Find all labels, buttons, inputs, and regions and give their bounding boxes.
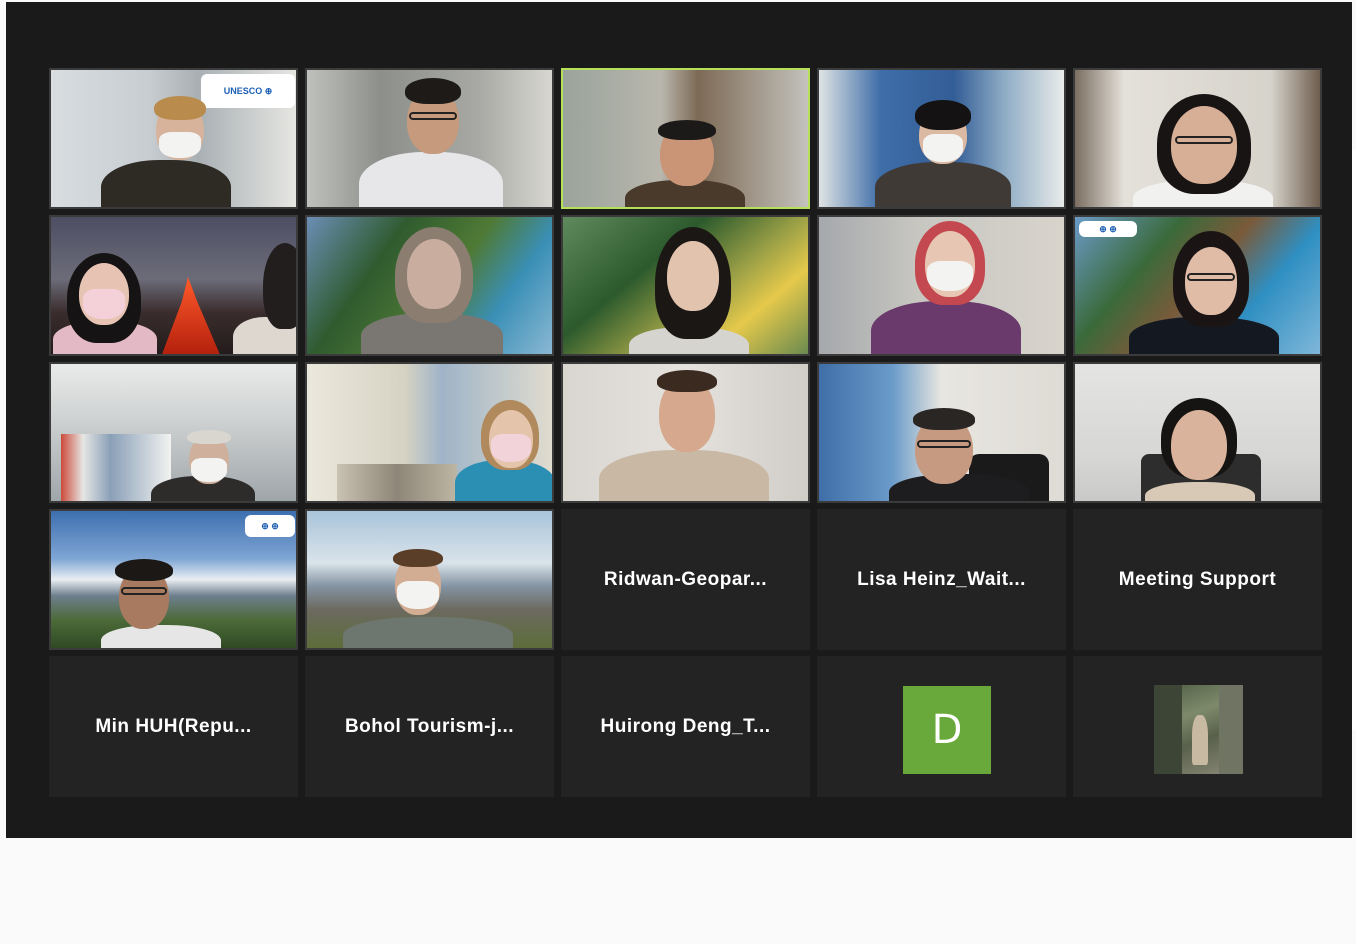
participant-hair	[187, 430, 231, 444]
participant-body	[599, 450, 769, 501]
profile-photo-icon	[1154, 685, 1243, 774]
face-mask	[923, 134, 963, 162]
video-tile[interactable]	[1073, 68, 1322, 209]
participant-name: Meeting Support	[1118, 568, 1277, 590]
video-tile[interactable]: ⊕ ⊕	[49, 509, 298, 650]
participant-tile[interactable]: Bohol Tourism-j...	[305, 656, 554, 797]
face-mask	[159, 132, 201, 158]
participant-tile[interactable]	[1073, 656, 1322, 797]
photo-rock	[1154, 685, 1182, 774]
participant-body	[359, 152, 503, 207]
video-tile[interactable]	[305, 509, 554, 650]
participant-tile[interactable]: Min HUH(Repu...	[49, 656, 298, 797]
face-mask	[397, 581, 439, 609]
participant-name: Bohol Tourism-j...	[344, 715, 515, 737]
participant-hair	[658, 120, 716, 140]
video-tile[interactable]	[817, 68, 1066, 209]
participant-hair	[405, 78, 461, 104]
photo-rock	[1219, 685, 1243, 774]
video-tile[interactable]	[817, 215, 1066, 356]
face-mask	[83, 289, 125, 319]
side-panel-edge	[1352, 150, 1356, 730]
participant-body	[343, 617, 513, 648]
initial-avatar: D	[903, 686, 991, 774]
participant-head	[667, 241, 719, 311]
bookshelf	[337, 464, 457, 501]
face-mask	[191, 458, 227, 482]
unesco-logo: UNESCO ⊕	[201, 74, 295, 108]
participant-name: Min HUH(Repu...	[95, 715, 252, 737]
participant-name: Ridwan-Geopar...	[603, 568, 768, 590]
glasses	[121, 587, 167, 595]
participant-body	[871, 301, 1021, 354]
participant-tile[interactable]: Huirong Deng_T...	[561, 656, 810, 797]
participant-hair	[913, 408, 975, 430]
gallery-view: UNESCO ⊕ ⊕ ⊕ ⊕ ⊕ Ridwan-Geopar... Lisa H…	[49, 68, 1322, 944]
geopark-logo: ⊕ ⊕	[1079, 221, 1137, 237]
geopark-logo: ⊕ ⊕	[245, 515, 295, 537]
glasses	[1187, 273, 1235, 281]
participant-head	[407, 239, 461, 309]
participant-head	[1171, 410, 1227, 480]
participant-hair	[154, 96, 206, 120]
video-tile[interactable]	[49, 215, 298, 356]
participant-hair	[115, 559, 173, 581]
video-tile[interactable]	[305, 68, 554, 209]
participant-body	[101, 160, 231, 207]
participant-head	[1171, 106, 1237, 184]
face-mask	[491, 434, 531, 462]
participant-tile[interactable]: D	[817, 656, 1066, 797]
participant-body	[875, 162, 1011, 207]
participant-tile[interactable]: Ridwan-Geopar...	[561, 509, 810, 650]
participant-hair	[915, 100, 971, 130]
participant-name: Huirong Deng_T...	[600, 715, 771, 737]
participant-body	[1145, 482, 1255, 501]
video-tile[interactable]: UNESCO ⊕	[49, 68, 298, 209]
glasses	[409, 112, 457, 120]
active-speaker-tile[interactable]	[561, 68, 810, 209]
participant-name: Lisa Heinz_Wait...	[857, 568, 1026, 590]
participant-hair	[263, 243, 296, 329]
face-mask	[927, 261, 973, 291]
participant-hair	[393, 549, 443, 567]
video-tile[interactable]	[49, 362, 298, 503]
participant-head	[1185, 247, 1237, 315]
video-tile[interactable]	[561, 215, 810, 356]
video-tile[interactable]	[305, 362, 554, 503]
participant-body	[101, 625, 221, 648]
video-tile[interactable]	[1073, 362, 1322, 503]
video-tile[interactable]	[305, 215, 554, 356]
video-tile[interactable]	[817, 362, 1066, 503]
video-tile[interactable]	[561, 362, 810, 503]
participant-hair	[657, 370, 717, 392]
photo-figure	[1192, 715, 1208, 765]
participant-tile[interactable]: Lisa Heinz_Wait...	[817, 509, 1066, 650]
glasses	[1175, 136, 1233, 144]
video-tile[interactable]: ⊕ ⊕	[1073, 215, 1322, 356]
participant-tile[interactable]: Meeting Support	[1073, 509, 1322, 650]
glasses	[917, 440, 971, 448]
